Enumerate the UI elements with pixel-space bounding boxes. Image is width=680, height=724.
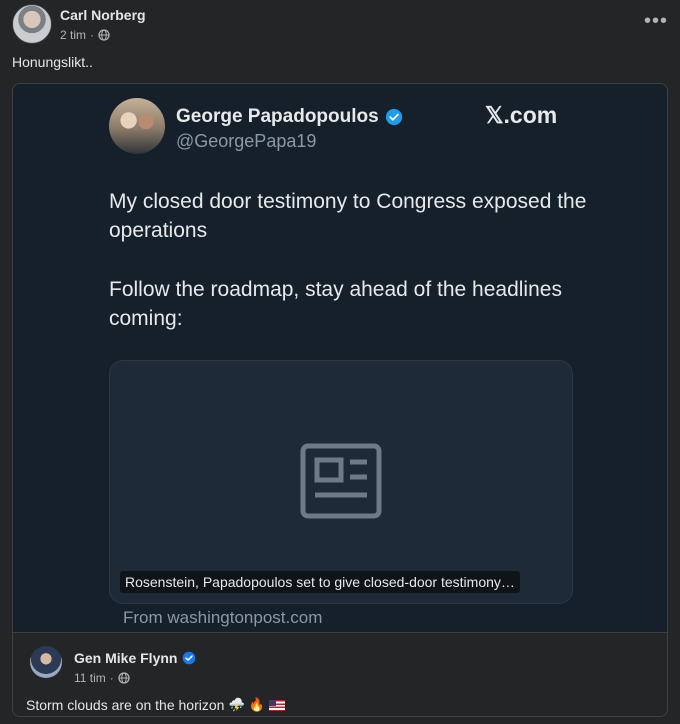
tweet-paragraph-2: Follow the roadmap, stay ahead of the he… bbox=[109, 278, 562, 330]
us-flag-icon bbox=[268, 699, 285, 711]
globe-icon bbox=[118, 672, 130, 684]
tweet-body: My closed door testimony to Congress exp… bbox=[109, 187, 589, 363]
comment-text: Storm clouds are on the horizon ⛈️ 🔥 bbox=[26, 697, 285, 713]
tweet-handle: @GeorgePapa19 bbox=[176, 131, 317, 151]
comment-text-body: Storm clouds are on the horizon bbox=[26, 697, 225, 713]
commenter-avatar[interactable] bbox=[30, 646, 62, 678]
author-name[interactable]: Carl Norberg bbox=[60, 7, 146, 23]
link-card-title: Rosenstein, Papadopoulos set to give clo… bbox=[120, 571, 520, 593]
author-avatar[interactable] bbox=[12, 4, 52, 44]
comment-meta: 11 tim · bbox=[74, 671, 130, 685]
tweet-avatar bbox=[109, 98, 165, 154]
verified-badge-icon bbox=[385, 108, 402, 126]
tweet-paragraph-1: My closed door testimony to Congress exp… bbox=[109, 190, 587, 242]
link-preview-card: Rosenstein, Papadopoulos set to give clo… bbox=[109, 360, 573, 604]
link-source: From washingtonpost.com bbox=[123, 608, 323, 627]
post-header: Carl Norberg 2 tim · ••• bbox=[12, 4, 668, 46]
comment: Gen Mike Flynn 11 tim · Storm clouds are… bbox=[13, 632, 667, 716]
meta-separator: · bbox=[90, 28, 95, 42]
fire-icon: 🔥 bbox=[248, 697, 265, 712]
storm-cloud-icon: ⛈️ bbox=[228, 697, 245, 712]
globe-icon bbox=[98, 29, 110, 41]
verified-badge-icon bbox=[183, 651, 196, 665]
x-logo: 𝕏.com bbox=[485, 102, 558, 128]
comment-time[interactable]: 11 tim bbox=[74, 671, 106, 685]
tweet-name-text: George Papadopoulos bbox=[176, 106, 379, 127]
post-time[interactable]: 2 tim bbox=[60, 28, 86, 42]
comment-separator: · bbox=[109, 671, 114, 685]
shared-image[interactable]: George Papadopoulos @GeorgePapa19 𝕏.com … bbox=[12, 83, 668, 717]
post-meta: 2 tim · bbox=[60, 28, 110, 42]
commenter-name[interactable]: Gen Mike Flynn bbox=[74, 650, 196, 666]
post-text: Honungslikt.. bbox=[12, 54, 93, 70]
newspaper-icon bbox=[300, 443, 382, 519]
tweet-author-name: George Papadopoulos bbox=[176, 106, 403, 128]
more-options-icon[interactable]: ••• bbox=[644, 10, 668, 33]
commenter-name-text[interactable]: Gen Mike Flynn bbox=[74, 650, 177, 666]
